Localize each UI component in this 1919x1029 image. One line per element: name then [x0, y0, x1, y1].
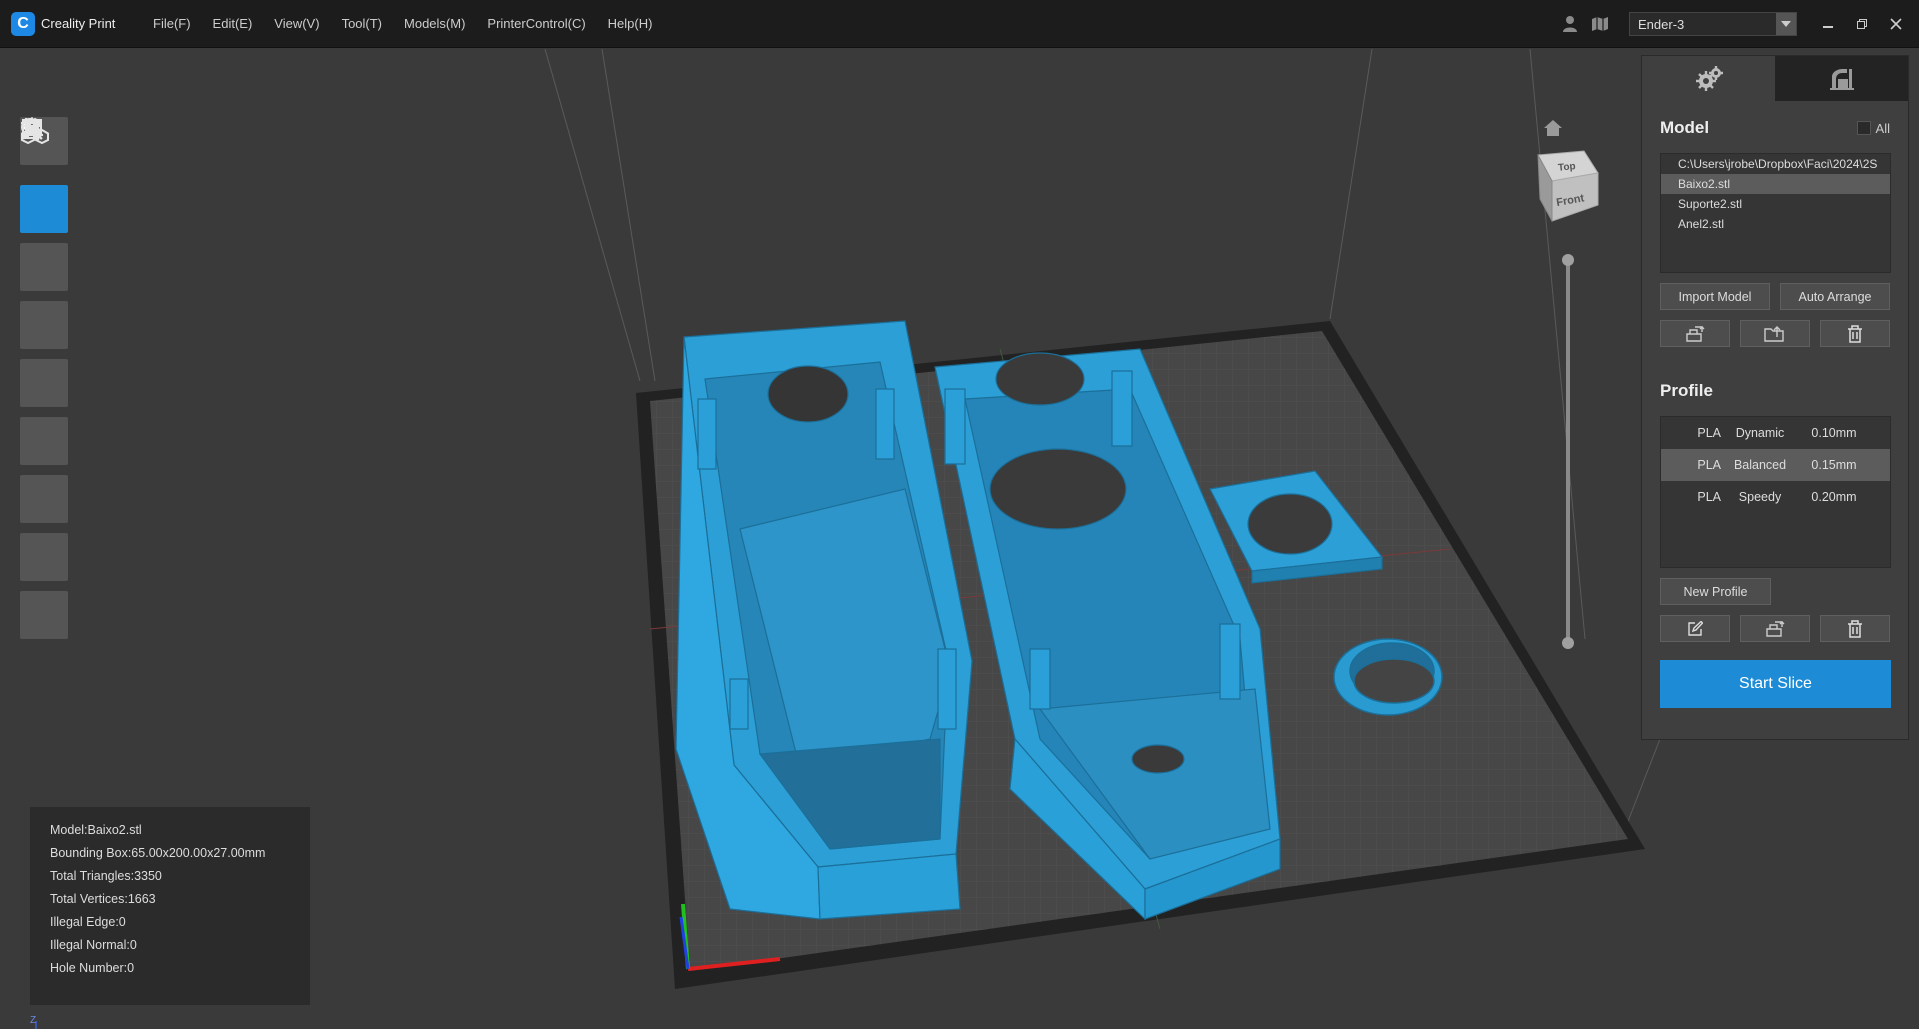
- 3d-viewport[interactable]: Top Front Model:Baixo2.stl Bounding Box:…: [0, 49, 1919, 1029]
- profile-name: Dynamic: [1735, 426, 1785, 440]
- close-button[interactable]: [1879, 9, 1913, 39]
- trash-icon: [1848, 324, 1862, 343]
- panel-tabs: [1642, 56, 1908, 101]
- crop-tool-button[interactable]: [20, 118, 68, 639]
- menu-tool[interactable]: Tool(T): [342, 16, 382, 31]
- checkbox-box: [1856, 121, 1871, 135]
- text-tool-button[interactable]: [20, 117, 68, 523]
- app-window: C Creality Print File(F) Edit(E) View(V)…: [0, 0, 1919, 1029]
- maximize-button[interactable]: [1845, 9, 1879, 39]
- profile-name: Speedy: [1738, 490, 1782, 504]
- model-list-item[interactable]: Suporte2.stl: [1661, 194, 1890, 214]
- edit-profile-button[interactable]: [1660, 615, 1730, 642]
- info-hole-number: Hole Number:0: [50, 961, 135, 975]
- map-icon[interactable]: [1585, 9, 1615, 39]
- layer-slider-top-handle[interactable]: [1562, 254, 1574, 266]
- scale-tool-button[interactable]: [20, 119, 68, 291]
- profile-name: Balanced: [1733, 458, 1787, 472]
- menu-bar: C Creality Print File(F) Edit(E) View(V)…: [0, 0, 1919, 48]
- model-section-title: Model: [1660, 118, 1710, 137]
- menu-edit[interactable]: Edit(E): [213, 16, 253, 31]
- info-vertices: Total Vertices:1663: [50, 892, 156, 906]
- lay-flat-tool-button[interactable]: [20, 120, 68, 581]
- model-list-item[interactable]: Baixo2.stl: [1661, 174, 1890, 194]
- zoom-tool-button[interactable]: [20, 118, 68, 349]
- profile-row-speedy[interactable]: PLA Speedy 0.20mm: [1661, 481, 1890, 513]
- profile-list: PLA Dynamic 0.10mm PLA Balanced 0.15mm P…: [1660, 416, 1891, 568]
- nav-cube-top-label: Top: [1558, 161, 1577, 174]
- auto-arrange-button[interactable]: Auto Arrange: [1780, 283, 1890, 310]
- delete-profile-button[interactable]: [1820, 615, 1890, 642]
- model-list-path[interactable]: C:\Users\jrobe\Dropbox\Faci\2024\2S: [1661, 154, 1890, 174]
- folder-icon: [1764, 325, 1784, 342]
- tab-slice-settings[interactable]: [1642, 56, 1775, 101]
- printer-export-icon: [1686, 325, 1705, 342]
- export-profile-button[interactable]: [1740, 615, 1810, 642]
- app-logo: C Creality Print: [11, 11, 141, 36]
- import-model-button[interactable]: Import Model: [1660, 283, 1770, 310]
- creality-logo-icon: C: [11, 11, 35, 36]
- model-section-header: Model All: [1642, 101, 1908, 141]
- left-toolbar: [20, 117, 68, 649]
- printer-select-value: Ender-3: [1638, 16, 1685, 32]
- delete-model-button[interactable]: [1820, 320, 1890, 347]
- profile-material: PLA: [1697, 426, 1721, 440]
- profile-material: PLA: [1697, 490, 1721, 504]
- menu-models[interactable]: Models(M): [404, 16, 465, 31]
- printer-select[interactable]: Ender-3: [1629, 12, 1797, 36]
- new-profile-button[interactable]: New Profile: [1660, 578, 1771, 605]
- right-panel: Model All C:\Users\jrobe\Dropbox\Faci\20…: [1641, 55, 1909, 740]
- profile-material: PLA: [1697, 458, 1721, 472]
- app-title: Creality Print: [41, 16, 116, 31]
- profile-layer-height: 0.10mm: [1811, 426, 1857, 440]
- profile-section-title: Profile: [1660, 381, 1713, 400]
- start-slice-button[interactable]: Start Slice: [1660, 660, 1891, 708]
- model-anel2: [1333, 638, 1443, 716]
- info-model-name: Model:Baixo2.stl: [50, 823, 142, 837]
- chevron-down-icon: [1776, 13, 1796, 35]
- printer-icon: [1829, 68, 1854, 90]
- export-model-button[interactable]: [1660, 320, 1730, 347]
- info-illegal-edge: Illegal Edge:0: [50, 915, 126, 929]
- menu-file[interactable]: File(F): [153, 16, 191, 31]
- model-actions: Import Model Auto Arrange: [1660, 283, 1890, 310]
- model-list-item[interactable]: Anel2.stl: [1661, 214, 1890, 234]
- select-all-checkbox[interactable]: All: [1856, 120, 1890, 136]
- rotate-tool-button[interactable]: [20, 119, 68, 407]
- menubar-right: Ender-3: [1555, 0, 1919, 48]
- layer-slider-track: [1566, 262, 1570, 642]
- select-tool-button[interactable]: [20, 120, 68, 233]
- gear-icon: [1695, 65, 1723, 91]
- info-illegal-normal: Illegal Normal:0: [50, 938, 137, 952]
- minimize-button[interactable]: [1811, 9, 1845, 39]
- layer-slider[interactable]: [1562, 254, 1574, 649]
- model-list: C:\Users\jrobe\Dropbox\Faci\2024\2S Baix…: [1660, 153, 1891, 273]
- profile-row-balanced[interactable]: PLA Balanced 0.15mm: [1661, 449, 1890, 481]
- crop-icon: [21, 118, 43, 140]
- profile-row-dynamic[interactable]: PLA Dynamic 0.10mm: [1661, 417, 1890, 449]
- profile-layer-height: 0.20mm: [1811, 490, 1857, 504]
- profile-icon-actions: [1660, 615, 1890, 642]
- duplicate-tool-button[interactable]: [20, 119, 68, 465]
- axis-z-label: Z: [30, 1015, 36, 1026]
- printer-export-icon: [1766, 620, 1785, 637]
- tab-printer[interactable]: [1775, 56, 1908, 101]
- open-folder-button[interactable]: [1740, 320, 1810, 347]
- menu-view[interactable]: View(V): [274, 16, 319, 31]
- trash-icon: [1848, 619, 1862, 638]
- menu-help[interactable]: Help(H): [608, 16, 653, 31]
- info-triangles: Total Triangles:3350: [50, 869, 162, 883]
- profile-section-header: Profile: [1642, 347, 1908, 402]
- model-info-panel: Model:Baixo2.stl Bounding Box:65.00x200.…: [30, 807, 310, 1005]
- layer-slider-bottom-handle[interactable]: [1562, 637, 1574, 649]
- user-icon[interactable]: [1555, 9, 1585, 39]
- edit-icon: [1688, 620, 1703, 636]
- select-all-label: All: [1875, 120, 1890, 136]
- profile-layer-height: 0.15mm: [1811, 458, 1857, 472]
- model-icon-actions: [1660, 320, 1890, 347]
- menu-printer-control[interactable]: PrinterControl(C): [487, 16, 585, 31]
- info-bounding-box: Bounding Box:65.00x200.00x27.00mm: [50, 846, 266, 860]
